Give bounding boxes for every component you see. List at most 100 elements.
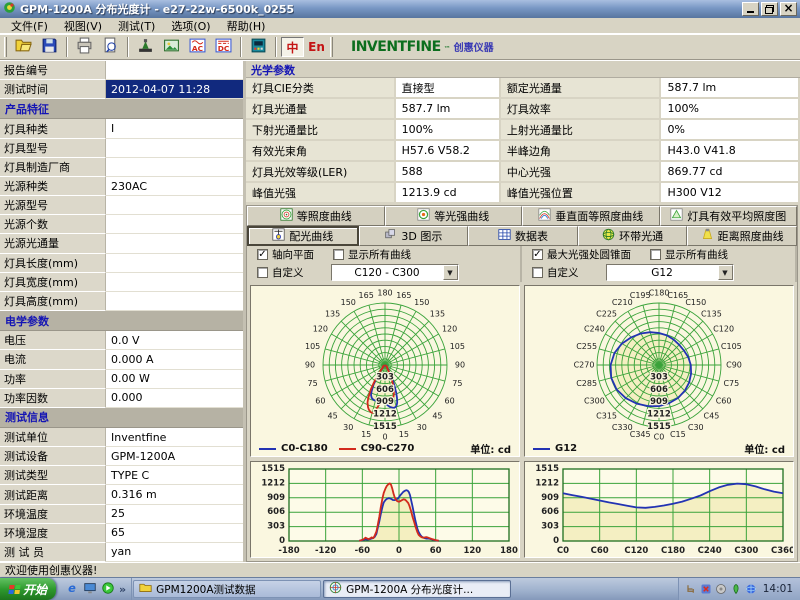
field-value[interactable]: GPM-1200A (106, 447, 243, 466)
field-value[interactable] (106, 61, 243, 80)
field-value[interactable]: 2012-04-07 11:28 (106, 80, 243, 99)
field-value[interactable]: 0.316 m (106, 485, 243, 504)
field-value[interactable]: 0.00 W (106, 370, 243, 389)
close-button[interactable] (780, 2, 797, 16)
print-preview-button[interactable] (98, 36, 123, 58)
quick-launch-overflow-chevron[interactable]: » (119, 583, 126, 596)
media-player-icon[interactable] (101, 580, 115, 599)
field-value[interactable]: 230AC (106, 177, 243, 196)
tab-polar-curve[interactable]: 配光曲线 (247, 226, 359, 246)
field-value[interactable] (106, 273, 243, 292)
field-value[interactable] (106, 158, 243, 177)
print-button[interactable] (72, 36, 97, 58)
left-plane-checkbox[interactable]: ✓ (257, 249, 268, 260)
tray-icon-antivirus[interactable] (730, 580, 742, 599)
svg-text:C300: C300 (584, 397, 605, 406)
field-value[interactable] (106, 234, 243, 253)
menu-item[interactable]: 帮助(H) (219, 18, 274, 34)
field-label: 测试类型 (0, 466, 106, 485)
tray-icon-update[interactable] (700, 580, 712, 599)
tab-distance-illuminance[interactable]: 距离照度曲线 (687, 226, 797, 246)
field-value[interactable] (106, 215, 243, 234)
brand-name-chinese: 创惠仪器 (454, 39, 494, 54)
section-title: 产品特征 (5, 101, 49, 117)
svg-text:606: 606 (267, 507, 285, 517)
start-button[interactable]: 开始 (0, 578, 56, 600)
svg-text:C60: C60 (591, 546, 609, 556)
data-table-icon (498, 228, 511, 244)
language-chinese-button[interactable]: 中 (281, 37, 304, 57)
svg-text:45: 45 (327, 411, 337, 420)
property-row: 光源光通量 (0, 234, 243, 253)
tab-avg-illuminance[interactable]: 灯具有效平均照度图 (660, 206, 798, 226)
field-value[interactable]: 0.000 (106, 389, 243, 408)
chart-legend: G12单位: cd (533, 442, 785, 455)
right-custom-checkbox[interactable] (532, 267, 543, 278)
dc-source-button[interactable]: DC (211, 36, 236, 58)
language-english-button[interactable]: En (305, 37, 328, 57)
device-panel-icon (250, 37, 267, 58)
field-value[interactable]: TYPE C (106, 466, 243, 485)
tray-icon-network[interactable] (745, 580, 757, 599)
field-value[interactable] (106, 292, 243, 311)
dropdown-arrow-icon[interactable]: ▼ (718, 265, 733, 280)
minimize-icon (747, 6, 754, 13)
menu-item[interactable]: 测试(T) (110, 18, 163, 34)
tray-icon-app[interactable] (685, 580, 697, 599)
tab-iso-lux[interactable]: 等照度曲线 (247, 206, 385, 226)
device-panel-button[interactable] (246, 36, 271, 58)
right-curve-select[interactable]: G12▼ (606, 264, 734, 281)
tab-view-3d[interactable]: 3D 图示 (359, 226, 469, 246)
tab-vertical-iso[interactable]: 垂直面等照度曲线 (522, 206, 660, 226)
field-value[interactable]: Inventfine (106, 428, 243, 447)
left-plane-label: 轴向平面 (272, 247, 314, 262)
field-label: 环境温度 (0, 505, 106, 524)
field-value[interactable]: 0.0 V (106, 331, 243, 350)
taskbar-task-button[interactable]: GPM-1200A 分布光度计... (323, 580, 511, 598)
optics-label: 有效光束角 (246, 141, 396, 162)
right-show-all-checkbox[interactable] (650, 249, 661, 260)
field-value[interactable]: 0.000 A (106, 350, 243, 369)
field-value[interactable]: 25 (106, 505, 243, 524)
menu-item[interactable]: 文件(F) (3, 18, 56, 34)
show-desktop-icon[interactable] (83, 580, 97, 599)
brand-name: INVENTFINE (351, 39, 441, 55)
property-row: 光源型号 (0, 196, 243, 215)
right-plane-checkbox[interactable]: ✓ (532, 249, 543, 260)
menu-item[interactable]: 视图(V) (56, 18, 110, 34)
tray-icon-disc[interactable] (715, 580, 727, 599)
svg-text:75: 75 (308, 379, 318, 388)
open-file-button[interactable] (11, 36, 36, 58)
optics-value: 587.7 lm (661, 78, 800, 99)
dropdown-arrow-icon[interactable]: ▼ (443, 265, 458, 280)
field-value[interactable] (106, 196, 243, 215)
image-view-button[interactable] (159, 36, 184, 58)
field-value[interactable] (106, 139, 243, 158)
svg-text:105: 105 (450, 342, 465, 351)
taskbar-task-button[interactable]: GPM1200A测试数据 (133, 580, 321, 598)
left-show-all-checkbox[interactable] (333, 249, 344, 260)
svg-text:60: 60 (315, 397, 325, 406)
goniophotometer-button[interactable] (133, 36, 158, 58)
left-curve-select[interactable]: C120 - C300▼ (331, 264, 459, 281)
left-custom-checkbox[interactable] (257, 267, 268, 278)
field-value[interactable]: 65 (106, 524, 243, 543)
svg-text:150: 150 (414, 298, 429, 307)
field-label: 光源型号 (0, 196, 106, 215)
save-file-button[interactable] (37, 36, 62, 58)
field-value[interactable]: I (106, 119, 243, 138)
svg-text:105: 105 (305, 342, 320, 351)
tab-label: 3D 图示 (401, 228, 442, 244)
ac-source-button[interactable]: AC (185, 36, 210, 58)
minimize-button[interactable] (742, 2, 759, 16)
ie-icon[interactable]: e (65, 580, 79, 599)
field-value[interactable]: yan (106, 543, 243, 562)
menu-item[interactable]: 选项(O) (163, 18, 218, 34)
svg-text:1212: 1212 (261, 478, 285, 488)
restore-button[interactable] (761, 2, 778, 16)
tab-iso-candela[interactable]: 等光强曲线 (385, 206, 523, 226)
tab-zonal-flux[interactable]: 环带光通 (578, 226, 688, 246)
svg-text:C285: C285 (576, 379, 597, 388)
tab-data-table[interactable]: 数据表 (468, 226, 578, 246)
field-value[interactable] (106, 254, 243, 273)
